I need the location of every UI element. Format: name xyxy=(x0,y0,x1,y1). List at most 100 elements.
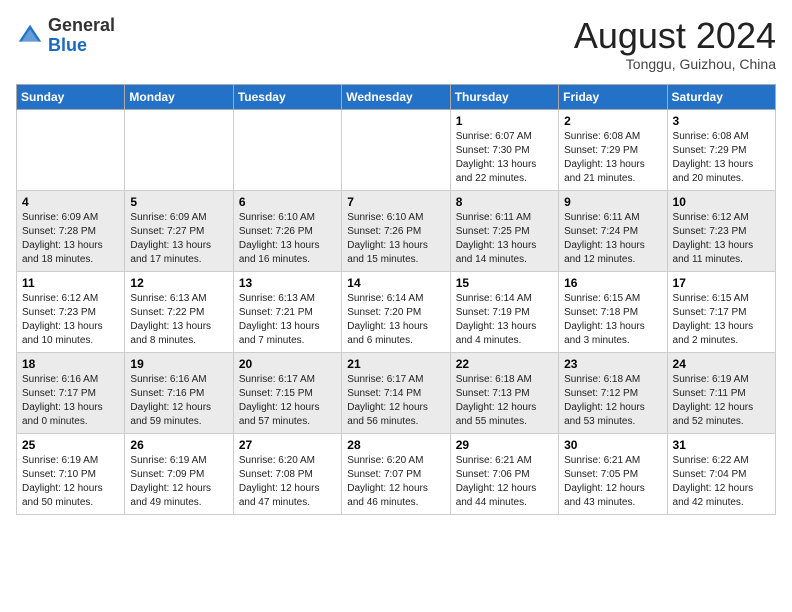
day-info: Sunrise: 6:08 AM Sunset: 7:29 PM Dayligh… xyxy=(673,130,770,186)
calendar-cell: 26 Sunrise: 6:19 AM Sunset: 7:09 PM Dayli… xyxy=(125,433,233,514)
day-info: Sunrise: 6:10 AM Sunset: 7:26 PM Dayligh… xyxy=(239,211,336,267)
calendar-cell: 7 Sunrise: 6:10 AM Sunset: 7:26 PM Daylig… xyxy=(342,190,450,271)
day-info: Sunrise: 6:12 AM Sunset: 7:23 PM Dayligh… xyxy=(22,292,119,348)
day-number: 17 xyxy=(673,276,770,290)
day-number: 16 xyxy=(564,276,661,290)
day-info: Sunrise: 6:11 AM Sunset: 7:24 PM Dayligh… xyxy=(564,211,661,267)
day-number: 14 xyxy=(347,276,444,290)
day-number: 1 xyxy=(456,114,553,128)
day-number: 9 xyxy=(564,195,661,209)
day-number: 20 xyxy=(239,357,336,371)
calendar-cell: 6 Sunrise: 6:10 AM Sunset: 7:26 PM Daylig… xyxy=(233,190,341,271)
day-info: Sunrise: 6:16 AM Sunset: 7:17 PM Dayligh… xyxy=(22,373,119,429)
calendar-cell: 24Sunrise: 6:19 AM Sunset: 7:11 PM Dayli… xyxy=(667,352,775,433)
calendar-cell: 27 Sunrise: 6:20 AM Sunset: 7:08 PM Dayli… xyxy=(233,433,341,514)
day-number: 18 xyxy=(22,357,119,371)
logo-blue: Blue xyxy=(48,35,87,55)
day-info: Sunrise: 6:18 AM Sunset: 7:13 PM Dayligh… xyxy=(456,373,553,429)
weekday-header-wednesday: Wednesday xyxy=(342,84,450,109)
month-year: August 2024 xyxy=(574,16,776,56)
calendar-week-row: 4Sunrise: 6:09 AM Sunset: 7:28 PM Daylig… xyxy=(17,190,776,271)
day-info: Sunrise: 6:21 AM Sunset: 7:05 PM Dayligh… xyxy=(564,454,661,510)
day-number: 21 xyxy=(347,357,444,371)
day-number: 30 xyxy=(564,438,661,452)
day-number: 7 xyxy=(347,195,444,209)
day-info: Sunrise: 6:14 AM Sunset: 7:19 PM Dayligh… xyxy=(456,292,553,348)
day-number: 12 xyxy=(130,276,227,290)
day-info: Sunrise: 6:16 AM Sunset: 7:16 PM Dayligh… xyxy=(130,373,227,429)
day-number: 3 xyxy=(673,114,770,128)
calendar-week-row: 11 Sunrise: 6:12 AM Sunset: 7:23 PM Dayli… xyxy=(17,271,776,352)
day-number: 10 xyxy=(673,195,770,209)
calendar-cell: 19 Sunrise: 6:16 AM Sunset: 7:16 PM Dayli… xyxy=(125,352,233,433)
day-number: 29 xyxy=(456,438,553,452)
calendar-cell xyxy=(233,109,341,190)
location: Tonggu, Guizhou, China xyxy=(574,56,776,72)
calendar-cell: 18 Sunrise: 6:16 AM Sunset: 7:17 PM Dayli… xyxy=(17,352,125,433)
day-info: Sunrise: 6:22 AM Sunset: 7:04 PM Dayligh… xyxy=(673,454,770,510)
calendar-week-row: 18 Sunrise: 6:16 AM Sunset: 7:17 PM Dayli… xyxy=(17,352,776,433)
weekday-header-sunday: Sunday xyxy=(17,84,125,109)
calendar-cell: 4Sunrise: 6:09 AM Sunset: 7:28 PM Daylig… xyxy=(17,190,125,271)
day-number: 25 xyxy=(22,438,119,452)
day-number: 6 xyxy=(239,195,336,209)
weekday-header-row: SundayMondayTuesdayWednesdayThursdayFrid… xyxy=(17,84,776,109)
calendar-week-row: 1 Sunrise: 6:07 AM Sunset: 7:30 PM Daylig… xyxy=(17,109,776,190)
day-number: 22 xyxy=(456,357,553,371)
calendar-week-row: 25Sunrise: 6:19 AM Sunset: 7:10 PM Dayli… xyxy=(17,433,776,514)
weekday-header-monday: Monday xyxy=(125,84,233,109)
day-info: Sunrise: 6:11 AM Sunset: 7:25 PM Dayligh… xyxy=(456,211,553,267)
calendar-cell: 22 Sunrise: 6:18 AM Sunset: 7:13 PM Dayli… xyxy=(450,352,558,433)
calendar-cell: 15Sunrise: 6:14 AM Sunset: 7:19 PM Dayli… xyxy=(450,271,558,352)
day-info: Sunrise: 6:14 AM Sunset: 7:20 PM Dayligh… xyxy=(347,292,444,348)
day-info: Sunrise: 6:19 AM Sunset: 7:09 PM Dayligh… xyxy=(130,454,227,510)
day-info: Sunrise: 6:15 AM Sunset: 7:17 PM Dayligh… xyxy=(673,292,770,348)
day-number: 28 xyxy=(347,438,444,452)
logo-general: General xyxy=(48,15,115,35)
day-info: Sunrise: 6:20 AM Sunset: 7:08 PM Dayligh… xyxy=(239,454,336,510)
calendar-cell: 28Sunrise: 6:20 AM Sunset: 7:07 PM Dayli… xyxy=(342,433,450,514)
day-number: 13 xyxy=(239,276,336,290)
day-number: 11 xyxy=(22,276,119,290)
day-info: Sunrise: 6:12 AM Sunset: 7:23 PM Dayligh… xyxy=(673,211,770,267)
day-info: Sunrise: 6:09 AM Sunset: 7:27 PM Dayligh… xyxy=(130,211,227,267)
day-number: 27 xyxy=(239,438,336,452)
calendar-cell: 23Sunrise: 6:18 AM Sunset: 7:12 PM Dayli… xyxy=(559,352,667,433)
weekday-header-tuesday: Tuesday xyxy=(233,84,341,109)
calendar-cell: 17 Sunrise: 6:15 AM Sunset: 7:17 PM Dayli… xyxy=(667,271,775,352)
day-info: Sunrise: 6:10 AM Sunset: 7:26 PM Dayligh… xyxy=(347,211,444,267)
day-number: 26 xyxy=(130,438,227,452)
day-info: Sunrise: 6:19 AM Sunset: 7:11 PM Dayligh… xyxy=(673,373,770,429)
calendar-cell: 30 Sunrise: 6:21 AM Sunset: 7:05 PM Dayli… xyxy=(559,433,667,514)
day-number: 2 xyxy=(564,114,661,128)
calendar-cell: 2 Sunrise: 6:08 AM Sunset: 7:29 PM Daylig… xyxy=(559,109,667,190)
calendar-cell: 20Sunrise: 6:17 AM Sunset: 7:15 PM Dayli… xyxy=(233,352,341,433)
calendar-cell: 9 Sunrise: 6:11 AM Sunset: 7:24 PM Daylig… xyxy=(559,190,667,271)
calendar-cell xyxy=(125,109,233,190)
title-block: August 2024 Tonggu, Guizhou, China xyxy=(574,16,776,72)
calendar-table: SundayMondayTuesdayWednesdayThursdayFrid… xyxy=(16,84,776,515)
calendar-cell xyxy=(342,109,450,190)
calendar-cell: 13Sunrise: 6:13 AM Sunset: 7:21 PM Dayli… xyxy=(233,271,341,352)
day-number: 5 xyxy=(130,195,227,209)
day-info: Sunrise: 6:09 AM Sunset: 7:28 PM Dayligh… xyxy=(22,211,119,267)
day-number: 19 xyxy=(130,357,227,371)
day-info: Sunrise: 6:07 AM Sunset: 7:30 PM Dayligh… xyxy=(456,130,553,186)
calendar-cell: 16Sunrise: 6:15 AM Sunset: 7:18 PM Dayli… xyxy=(559,271,667,352)
calendar-cell: 31Sunrise: 6:22 AM Sunset: 7:04 PM Dayli… xyxy=(667,433,775,514)
calendar-cell: 14 Sunrise: 6:14 AM Sunset: 7:20 PM Dayli… xyxy=(342,271,450,352)
day-info: Sunrise: 6:17 AM Sunset: 7:14 PM Dayligh… xyxy=(347,373,444,429)
calendar-cell: 21 Sunrise: 6:17 AM Sunset: 7:14 PM Dayli… xyxy=(342,352,450,433)
calendar-cell: 5 Sunrise: 6:09 AM Sunset: 7:27 PM Daylig… xyxy=(125,190,233,271)
day-info: Sunrise: 6:08 AM Sunset: 7:29 PM Dayligh… xyxy=(564,130,661,186)
calendar-cell: 1 Sunrise: 6:07 AM Sunset: 7:30 PM Daylig… xyxy=(450,109,558,190)
calendar-cell: 11 Sunrise: 6:12 AM Sunset: 7:23 PM Dayli… xyxy=(17,271,125,352)
day-info: Sunrise: 6:21 AM Sunset: 7:06 PM Dayligh… xyxy=(456,454,553,510)
calendar-cell: 25Sunrise: 6:19 AM Sunset: 7:10 PM Dayli… xyxy=(17,433,125,514)
weekday-header-thursday: Thursday xyxy=(450,84,558,109)
day-number: 8 xyxy=(456,195,553,209)
weekday-header-saturday: Saturday xyxy=(667,84,775,109)
day-info: Sunrise: 6:13 AM Sunset: 7:22 PM Dayligh… xyxy=(130,292,227,348)
logo-icon xyxy=(16,22,44,50)
calendar-cell: 3 Sunrise: 6:08 AM Sunset: 7:29 PM Daylig… xyxy=(667,109,775,190)
